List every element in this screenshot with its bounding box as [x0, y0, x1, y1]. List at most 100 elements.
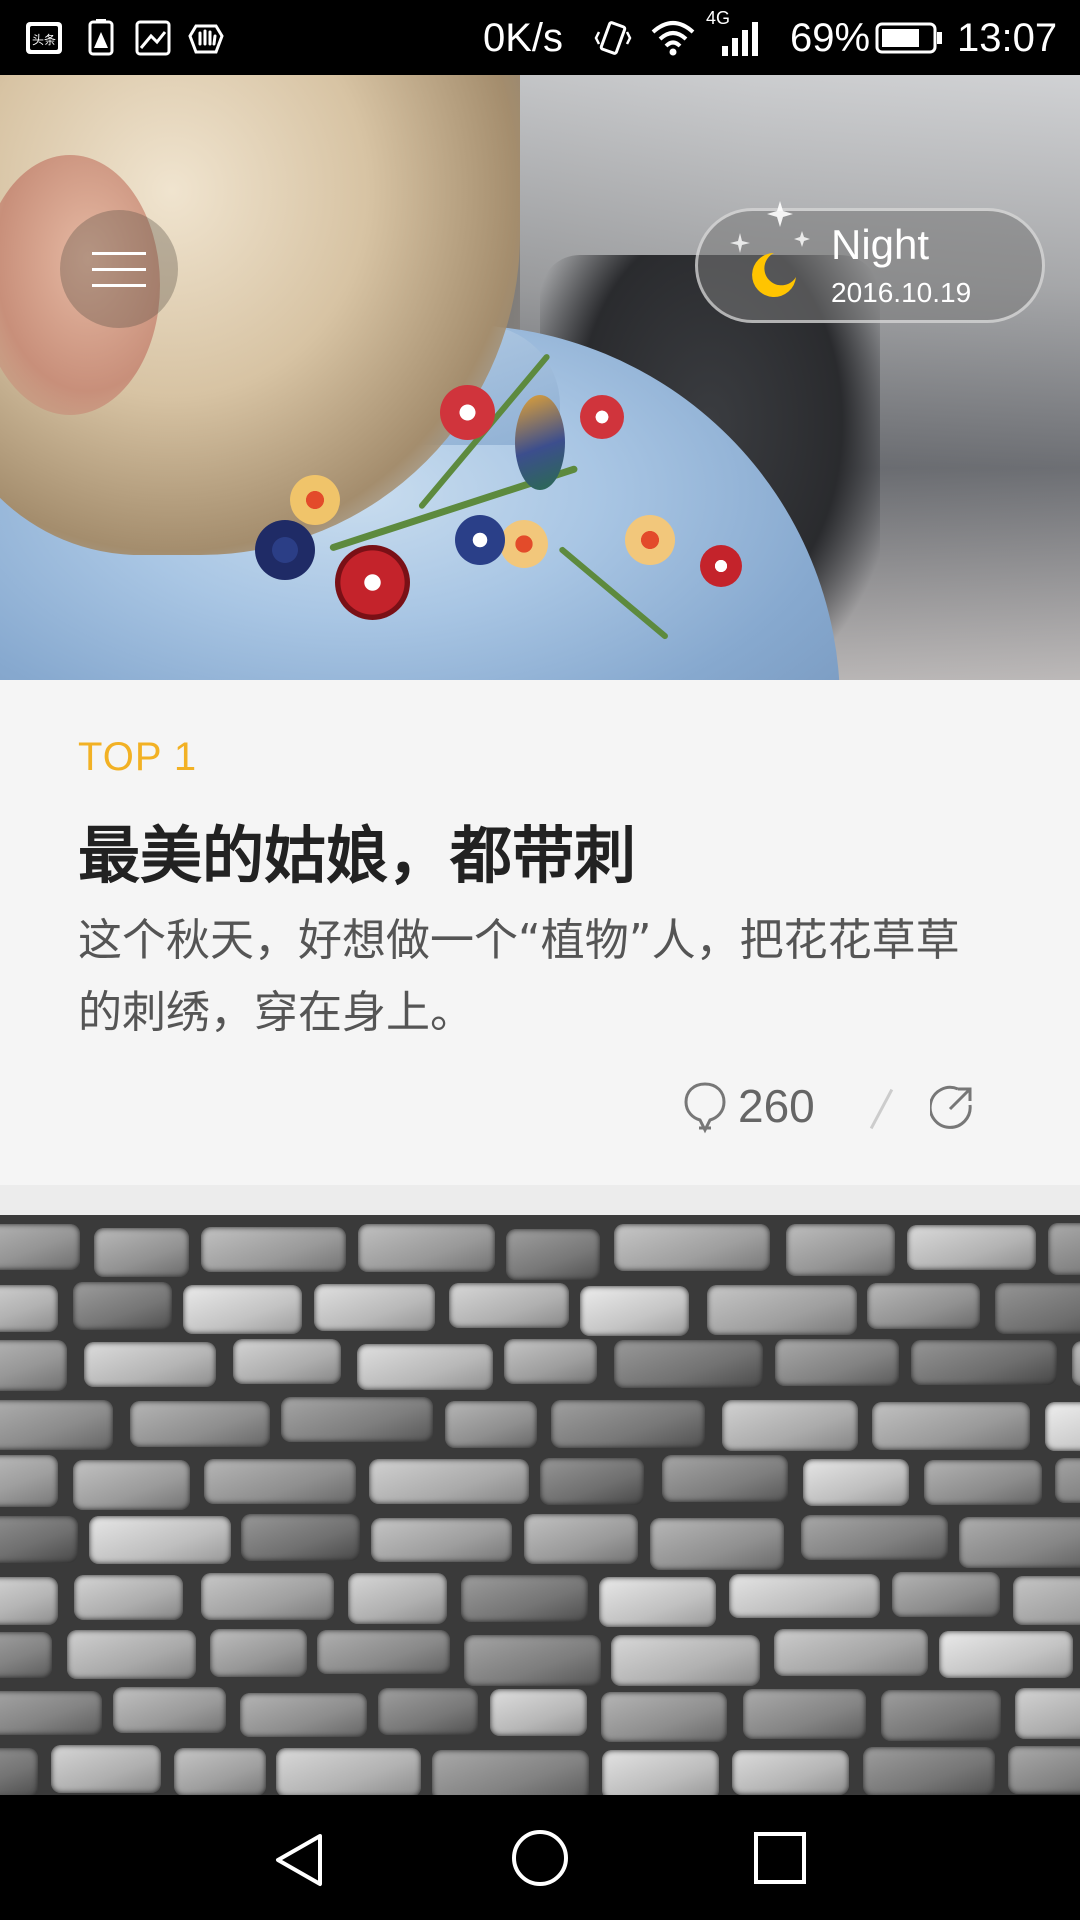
- cobblestone: [275, 1747, 421, 1795]
- cobblestone: [995, 1282, 1080, 1335]
- cobblestone: [280, 1397, 433, 1443]
- cobblestone: [316, 1629, 451, 1675]
- cobblestone: [785, 1224, 896, 1276]
- comment-icon[interactable]: [682, 1080, 728, 1136]
- battery-alert-icon: [88, 19, 114, 56]
- cobblestone: [490, 1689, 588, 1736]
- cobblestone: [580, 1285, 690, 1337]
- network-speed: 0K/s: [483, 16, 564, 60]
- cobblestone: [601, 1692, 728, 1742]
- night-mode-badge[interactable]: Night 2016.10.19: [695, 201, 1045, 323]
- red-flower: [580, 395, 624, 439]
- cobblestone: [201, 1573, 334, 1620]
- cobblestone: [661, 1455, 788, 1503]
- cobblestone: [504, 1339, 597, 1384]
- bird-embroidery: [515, 395, 565, 490]
- cobblestone: [0, 1223, 80, 1270]
- weather-mode-label: Night: [831, 221, 930, 268]
- menu-icon-line: [92, 284, 146, 287]
- stats-divider: [869, 1088, 894, 1130]
- cobblestone: [774, 1339, 900, 1387]
- back-icon[interactable]: [270, 1830, 330, 1890]
- cobblestone: [938, 1631, 1073, 1678]
- cobblestone: [431, 1749, 590, 1795]
- cobblestone: [173, 1747, 266, 1795]
- cobblestone: [1014, 1688, 1080, 1739]
- menu-button[interactable]: [60, 210, 178, 328]
- cobblestone: [871, 1402, 1030, 1450]
- vibrate-icon: [594, 21, 632, 55]
- cobblestone: [182, 1285, 302, 1335]
- cobblestone: [444, 1400, 538, 1449]
- cobblestone: [523, 1514, 639, 1565]
- second-article-image[interactable]: [0, 1215, 1080, 1795]
- cobblestone: [203, 1459, 356, 1504]
- cobblestone: [356, 1344, 494, 1391]
- article-title[interactable]: 最美的姑娘，都带刺: [78, 805, 636, 895]
- blue-flower: [255, 520, 315, 580]
- red-flower: [440, 385, 495, 440]
- cobblestone: [506, 1228, 600, 1281]
- cobblestone: [0, 1691, 102, 1736]
- hand-icon: [188, 24, 224, 54]
- cobblestone: [72, 1459, 191, 1510]
- cobblestone: [801, 1515, 948, 1561]
- cobblestone: [863, 1747, 995, 1795]
- cobblestone: [911, 1339, 1057, 1386]
- yellow-flower: [625, 515, 675, 565]
- date-label: 2016.10.19: [831, 277, 972, 308]
- cobblestone: [892, 1572, 1000, 1617]
- cobblestone: [0, 1399, 113, 1450]
- cobblestone: [314, 1283, 435, 1332]
- cobblestone: [210, 1629, 307, 1677]
- cobblestone: [93, 1228, 190, 1277]
- cobblestone: [72, 1282, 173, 1330]
- battery-icon: [875, 22, 942, 54]
- cobblestone: [721, 1399, 859, 1452]
- menu-icon-line: [92, 268, 146, 271]
- cobblestone: [599, 1576, 716, 1627]
- recents-icon[interactable]: [752, 1830, 808, 1886]
- comment-count: 260: [738, 1080, 815, 1132]
- cobblestone: [0, 1576, 59, 1626]
- cobblestone: [613, 1224, 771, 1272]
- cobblestone: [0, 1516, 79, 1563]
- cobblestone: [112, 1687, 226, 1734]
- svg-text:头条: 头条: [32, 33, 56, 47]
- cobblestone: [924, 1459, 1042, 1506]
- cobblestone: [551, 1400, 705, 1448]
- cobblestone: [867, 1283, 980, 1329]
- cobblestone: [1071, 1341, 1080, 1387]
- cobblestone: [461, 1574, 588, 1622]
- cobblestone: [729, 1573, 880, 1619]
- share-icon[interactable]: [930, 1083, 976, 1129]
- cobblestone: [774, 1629, 929, 1676]
- cobblestone: [241, 1514, 360, 1562]
- cobblestone: [358, 1223, 496, 1273]
- yellow-flower: [500, 520, 548, 568]
- article-card[interactable]: TOP 1 最美的姑娘，都带刺 这个秋天，好想做一个“植物”人，把花花草草的刺绣…: [0, 680, 1080, 1185]
- red-flower: [335, 545, 410, 620]
- cobblestone: [201, 1226, 347, 1272]
- yellow-flower: [290, 475, 340, 525]
- cobblestone: [539, 1458, 644, 1505]
- toutiao-app-icon: 头条: [26, 22, 62, 54]
- cobblestone: [802, 1459, 910, 1506]
- signal-icon: [722, 22, 758, 56]
- hero-image[interactable]: Night 2016.10.19: [0, 75, 1080, 680]
- cobblestone: [448, 1282, 570, 1329]
- cobblestone: [84, 1341, 216, 1387]
- cobblestone: [232, 1339, 342, 1385]
- blue-flower: [455, 515, 505, 565]
- cobblestone: [601, 1750, 719, 1795]
- rank-label: TOP 1: [78, 735, 198, 779]
- clock: 13:07: [957, 16, 1058, 60]
- cobblestone: [1008, 1745, 1080, 1794]
- cobblestone: [370, 1518, 512, 1563]
- cobblestone: [66, 1630, 197, 1679]
- cobblestone: [706, 1285, 857, 1335]
- cobblestone: [0, 1747, 39, 1795]
- cobblestone: [1055, 1458, 1080, 1504]
- home-icon[interactable]: [510, 1828, 570, 1888]
- cobblestone: [0, 1284, 58, 1332]
